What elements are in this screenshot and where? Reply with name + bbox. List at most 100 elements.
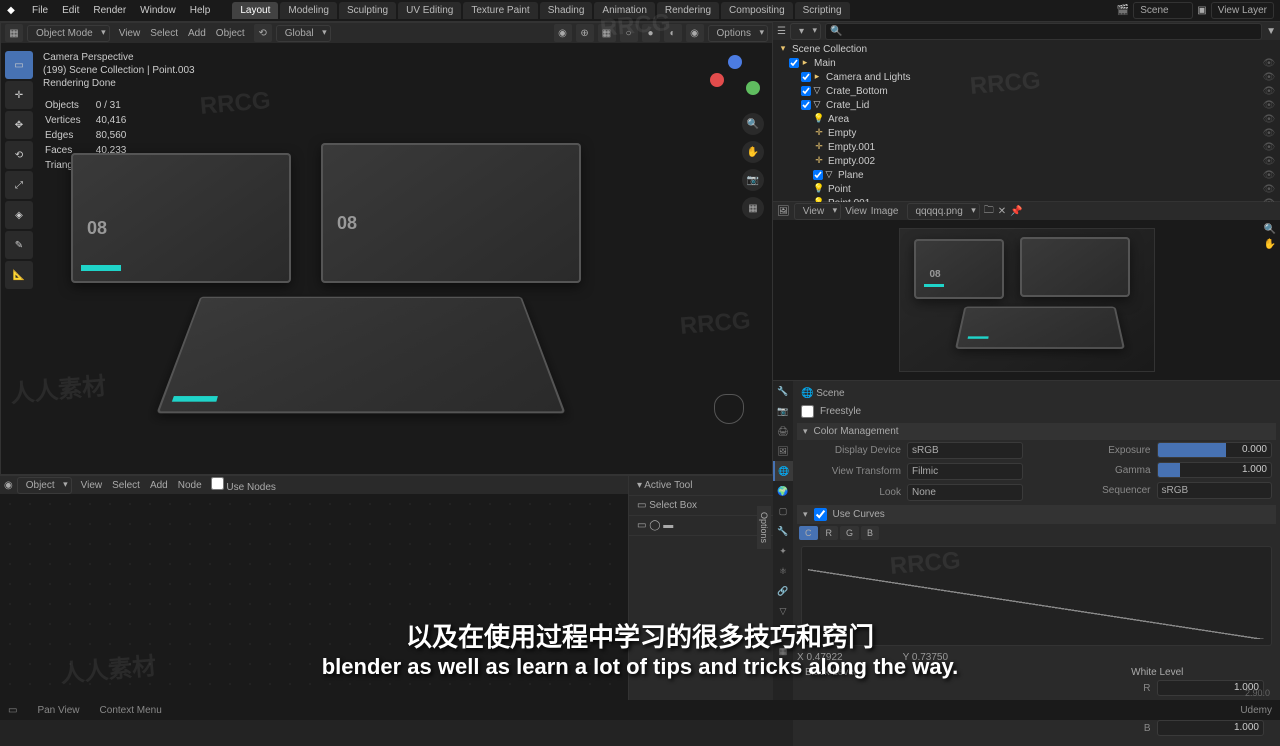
outliner-item[interactable]: ✛Empty.001👁: [773, 140, 1280, 154]
menu-render[interactable]: Render: [87, 2, 132, 19]
image-editor-icon[interactable]: 🖼: [777, 206, 790, 217]
look-dropdown[interactable]: None: [907, 484, 1023, 501]
prop-output-icon[interactable]: 🖨: [773, 421, 793, 441]
node-menu-view[interactable]: View: [76, 480, 108, 491]
annotate-tool[interactable]: ✎: [5, 231, 33, 259]
img-close-icon[interactable]: ✕: [998, 206, 1006, 217]
prop-material-icon[interactable]: ●: [773, 621, 793, 641]
tab-rendering[interactable]: Rendering: [657, 2, 719, 19]
tool-icons[interactable]: ▭ ◯ ▬: [629, 516, 773, 536]
node-editor-icon[interactable]: ◉: [4, 480, 13, 491]
shading-render-icon[interactable]: ◉: [686, 24, 704, 42]
tab-modeling[interactable]: Modeling: [280, 2, 337, 19]
img-pan-icon[interactable]: ✋: [1264, 239, 1276, 250]
prop-constraint-icon[interactable]: 🔗: [773, 581, 793, 601]
curve-editor[interactable]: [801, 546, 1272, 646]
scale-tool[interactable]: ⤢: [5, 171, 33, 199]
use-curves-panel[interactable]: Use Curves: [797, 505, 1276, 524]
tab-layout[interactable]: Layout: [232, 2, 278, 19]
orient-dropdown[interactable]: Global: [276, 25, 331, 42]
prop-object-icon[interactable]: ▢: [773, 501, 793, 521]
orientation-icon[interactable]: ⟲: [254, 24, 272, 42]
cursor-tool[interactable]: ✛: [5, 81, 33, 109]
view-transform-dropdown[interactable]: Filmic: [907, 463, 1023, 480]
editor-type-icon[interactable]: ▦: [5, 24, 23, 42]
3d-viewport[interactable]: ▦ Object Mode ViewSelectAddObject ⟲ Glob…: [0, 22, 773, 475]
gamma-slider[interactable]: 1.000: [1157, 462, 1273, 478]
menu-edit[interactable]: Edit: [56, 2, 85, 19]
layer-field[interactable]: View Layer: [1211, 2, 1274, 19]
shading-wire-icon[interactable]: ○: [620, 24, 638, 42]
perspective-icon[interactable]: ▦: [742, 197, 764, 219]
img-menu-view[interactable]: View: [845, 206, 867, 217]
img-browse-icon[interactable]: 🗀: [984, 203, 994, 220]
prop-data-icon[interactable]: ▽: [773, 601, 793, 621]
menu-file[interactable]: File: [26, 2, 54, 19]
sequencer-dropdown[interactable]: sRGB: [1157, 482, 1273, 499]
node-menu-add[interactable]: Add: [145, 480, 173, 491]
outliner-item[interactable]: ▽Crate_Bottom👁: [773, 84, 1280, 98]
image-preview[interactable]: 08: [899, 228, 1155, 372]
options-dropdown[interactable]: Options: [708, 25, 768, 42]
zoom-icon[interactable]: 🔍: [742, 113, 764, 135]
prop-modifier-icon[interactable]: 🔧: [773, 521, 793, 541]
scene-field[interactable]: Scene: [1133, 2, 1193, 19]
white-b-slider[interactable]: 1.000: [1157, 720, 1265, 736]
outliner-item[interactable]: ▽Crate_Lid👁: [773, 98, 1280, 112]
vp-menu-object[interactable]: Object: [211, 28, 250, 39]
img-pin-icon[interactable]: 📌: [1010, 206, 1022, 217]
overlay-toggle-icon[interactable]: ⊕: [576, 24, 594, 42]
prop-scene-icon[interactable]: 🌐: [773, 461, 793, 481]
color-mgmt-panel[interactable]: Color Management: [797, 423, 1276, 440]
pan-icon[interactable]: ✋: [742, 141, 764, 163]
mode-dropdown[interactable]: Object Mode: [27, 25, 110, 42]
vp-menu-add[interactable]: Add: [183, 28, 211, 39]
exposure-slider[interactable]: 0.000: [1157, 442, 1273, 458]
tab-texture paint[interactable]: Texture Paint: [463, 2, 537, 19]
prop-scene-name[interactable]: 🌐 Scene: [801, 388, 845, 399]
outliner-item[interactable]: ▸Main👁: [773, 56, 1280, 70]
outliner-search[interactable]: 🔍: [825, 23, 1262, 40]
nav-gizmo[interactable]: [710, 55, 760, 105]
prop-texture-icon[interactable]: ▦: [773, 641, 793, 661]
curve-tab-B[interactable]: B: [861, 526, 879, 540]
axis-y-icon[interactable]: [746, 81, 760, 95]
node-canvas[interactable]: [0, 494, 628, 700]
gizmo-toggle-icon[interactable]: ◉: [554, 24, 572, 42]
move-tool[interactable]: ✥: [5, 111, 33, 139]
curve-tab-R[interactable]: R: [820, 526, 839, 540]
menu-help[interactable]: Help: [184, 2, 217, 19]
node-type-dropdown[interactable]: Object: [17, 477, 72, 494]
tab-scripting[interactable]: Scripting: [795, 2, 850, 19]
img-menu-image[interactable]: Image: [871, 206, 899, 217]
curve-tab-G[interactable]: G: [840, 526, 859, 540]
vp-menu-view[interactable]: View: [114, 28, 146, 39]
outliner-mode[interactable]: ▾: [790, 23, 821, 40]
outliner-icon[interactable]: ☰: [777, 26, 786, 37]
outliner-item[interactable]: ✛Empty.002👁: [773, 154, 1280, 168]
xray-icon[interactable]: ▦: [598, 24, 616, 42]
filter-icon[interactable]: ▼: [1266, 26, 1276, 37]
img-filename[interactable]: qqqqq.png: [907, 203, 980, 220]
select-box-row[interactable]: ▭ Select Box: [629, 496, 773, 516]
axis-z-icon[interactable]: [728, 55, 742, 69]
outliner-item[interactable]: 💡Point👁: [773, 182, 1280, 196]
vp-menu-select[interactable]: Select: [145, 28, 183, 39]
options-tab[interactable]: Options: [757, 506, 771, 549]
rotate-tool[interactable]: ⟲: [5, 141, 33, 169]
node-menu-node[interactable]: Node: [173, 480, 207, 491]
prop-viewlayer-icon[interactable]: 🖼: [773, 441, 793, 461]
prop-tool-icon[interactable]: 🔧: [773, 381, 793, 401]
select-tool[interactable]: ▭: [5, 51, 33, 79]
tab-sculpting[interactable]: Sculpting: [339, 2, 396, 19]
display-device-dropdown[interactable]: sRGB: [907, 442, 1023, 459]
prop-particle-icon[interactable]: ✦: [773, 541, 793, 561]
img-zoom-icon[interactable]: 🔍: [1264, 224, 1276, 235]
axis-x-icon[interactable]: [710, 73, 724, 87]
tab-compositing[interactable]: Compositing: [721, 2, 793, 19]
measure-tool[interactable]: 📐: [5, 261, 33, 289]
shading-solid-icon[interactable]: ●: [642, 24, 660, 42]
prop-render-icon[interactable]: 📷: [773, 401, 793, 421]
menu-window[interactable]: Window: [134, 2, 182, 19]
outliner-item[interactable]: ✛Empty👁: [773, 126, 1280, 140]
